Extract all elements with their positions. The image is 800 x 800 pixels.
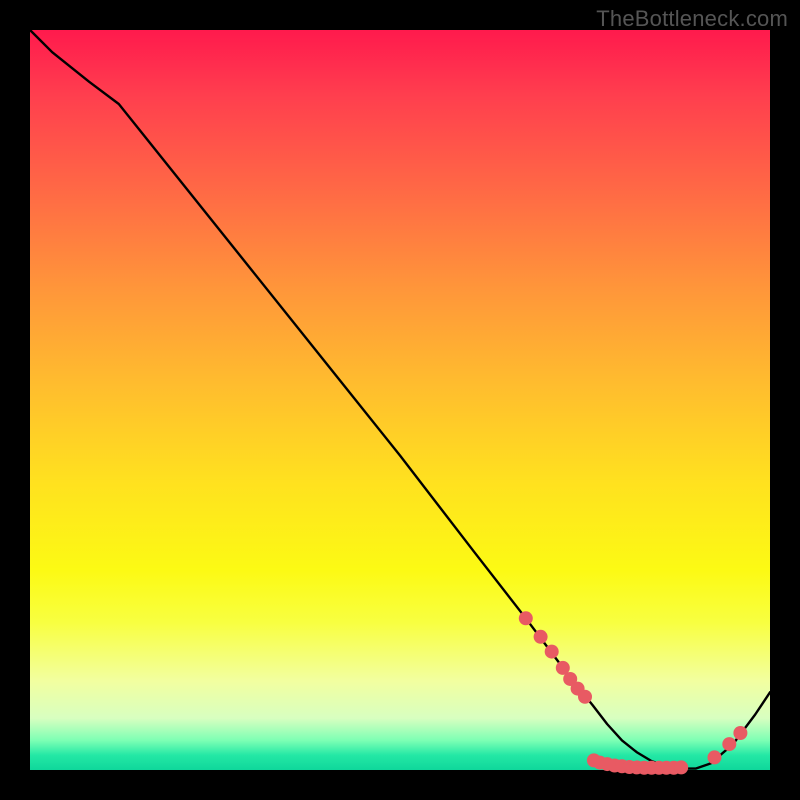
chart-svg <box>30 30 770 770</box>
data-marker <box>722 737 736 751</box>
data-marker <box>733 726 747 740</box>
data-marker <box>545 645 559 659</box>
bottleneck-curve <box>30 30 770 769</box>
data-marker <box>708 750 722 764</box>
data-marker <box>534 630 548 644</box>
data-marker <box>578 690 592 704</box>
chart-frame: TheBottleneck.com <box>0 0 800 800</box>
data-marker <box>519 611 533 625</box>
watermark-text: TheBottleneck.com <box>596 6 788 32</box>
data-marker <box>674 760 688 774</box>
plot-area <box>30 30 770 770</box>
